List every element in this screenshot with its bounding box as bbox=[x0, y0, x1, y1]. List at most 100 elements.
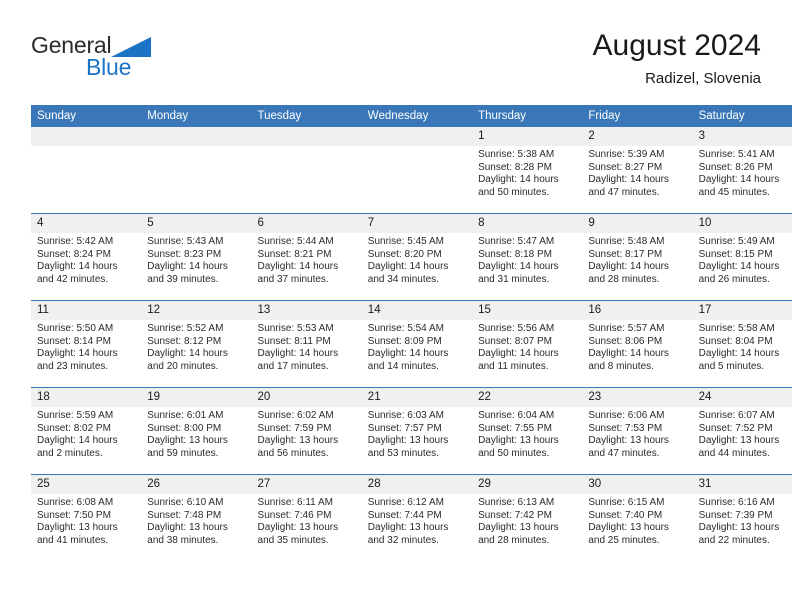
calendar-day-cell[interactable]: 20 Sunrise: 6:02 AM Sunset: 7:59 PM Dayligh… bbox=[251, 387, 362, 475]
daylight-duration-line-1: Daylight: 13 hours bbox=[367, 522, 449, 534]
calendar-day-cell[interactable]: 2 Sunrise: 5:39 AM Sunset: 8:27 PM Daylight… bbox=[582, 127, 693, 214]
day-number: 26 bbox=[141, 475, 252, 494]
daylight-duration-line-1: Daylight: 14 hours bbox=[698, 174, 780, 186]
day-number: 6 bbox=[251, 214, 362, 233]
daylight-duration-line-1: Daylight: 14 hours bbox=[478, 348, 559, 360]
calendar-day-cell[interactable]: 29 Sunrise: 6:13 AM Sunset: 7:42 PM Dayligh… bbox=[472, 474, 583, 561]
calendar-grid: Sunday Monday Tuesday Wednesday Thursday… bbox=[31, 105, 792, 561]
daylight-duration-line-2: and 32 minutes. bbox=[367, 534, 439, 546]
sunrise-time: Sunrise: 6:07 AM bbox=[698, 410, 775, 421]
day-number: 4 bbox=[31, 214, 142, 233]
day-number bbox=[31, 127, 142, 146]
day-number: 17 bbox=[692, 301, 792, 320]
calendar-day-cell[interactable]: 17 Sunrise: 5:58 AM Sunset: 8:04 PM Dayligh… bbox=[692, 300, 792, 388]
calendar-cell-inner: 30 Sunrise: 6:15 AM Sunset: 7:40 PM Dayligh… bbox=[582, 475, 693, 561]
calendar-day-cell[interactable]: 27 Sunrise: 6:11 AM Sunset: 7:46 PM Dayligh… bbox=[251, 474, 362, 561]
weekday-header-tuesday: Tuesday bbox=[251, 105, 362, 127]
sunrise-time: Sunrise: 5:56 AM bbox=[478, 323, 555, 334]
calendar-day-cell[interactable]: 6 Sunrise: 5:44 AM Sunset: 8:21 PM Daylight… bbox=[251, 213, 362, 301]
day-number: 24 bbox=[692, 388, 792, 407]
day-details: Sunrise: 5:43 AM Sunset: 8:23 PM Daylight:… bbox=[141, 233, 251, 286]
sunset-time: Sunset: 7:46 PM bbox=[257, 509, 332, 521]
weekday-header-wednesday: Wednesday bbox=[361, 105, 473, 127]
day-details: Sunrise: 6:11 AM Sunset: 7:46 PM Daylight:… bbox=[252, 494, 362, 547]
sunset-time: Sunset: 8:00 PM bbox=[147, 422, 222, 434]
daylight-duration-line-2: and 39 minutes. bbox=[147, 273, 219, 285]
daylight-duration-line-1: Daylight: 13 hours bbox=[257, 435, 339, 447]
day-details: Sunrise: 6:02 AM Sunset: 7:59 PM Daylight:… bbox=[252, 407, 362, 460]
calendar-day-cell[interactable]: 26 Sunrise: 6:10 AM Sunset: 7:48 PM Dayligh… bbox=[141, 474, 252, 561]
calendar-day-cell[interactable]: 1 Sunrise: 5:38 AM Sunset: 8:28 PM Daylight… bbox=[472, 127, 583, 214]
calendar-cell-inner: 9 Sunrise: 5:48 AM Sunset: 8:17 PM Daylight… bbox=[582, 214, 693, 300]
calendar-cell-inner: 11 Sunrise: 5:50 AM Sunset: 8:14 PM Dayligh… bbox=[31, 301, 142, 387]
daylight-duration-line-2: and 14 minutes. bbox=[367, 360, 439, 372]
daylight-duration-line-2: and 44 minutes. bbox=[698, 447, 770, 459]
daylight-duration-line-1: Daylight: 14 hours bbox=[478, 261, 559, 273]
day-number: 10 bbox=[692, 214, 792, 233]
daylight-duration-line-2: and 50 minutes. bbox=[478, 186, 550, 198]
weekday-header-monday: Monday bbox=[141, 105, 252, 127]
weekday-header-thursday: Thursday bbox=[472, 105, 583, 127]
sunrise-time: Sunrise: 6:02 AM bbox=[257, 410, 334, 421]
general-blue-logo[interactable]: General Blue bbox=[31, 34, 251, 94]
sunrise-time: Sunrise: 6:03 AM bbox=[367, 410, 444, 421]
calendar-week-row: 1 Sunrise: 5:38 AM Sunset: 8:28 PM Daylight… bbox=[31, 127, 792, 214]
calendar-day-cell[interactable]: 31 Sunrise: 6:16 AM Sunset: 7:39 PM Dayligh… bbox=[692, 474, 792, 561]
daylight-duration-line-1: Daylight: 13 hours bbox=[698, 522, 780, 534]
sunrise-time: Sunrise: 6:08 AM bbox=[37, 497, 114, 508]
calendar-cell-empty bbox=[141, 127, 252, 214]
calendar-day-cell[interactable]: 11 Sunrise: 5:50 AM Sunset: 8:14 PM Dayligh… bbox=[31, 300, 142, 388]
daylight-duration-line-2: and 35 minutes. bbox=[257, 534, 329, 546]
day-details: Sunrise: 6:10 AM Sunset: 7:48 PM Daylight:… bbox=[141, 494, 251, 547]
calendar-cell-inner bbox=[31, 127, 142, 213]
sunrise-time: Sunrise: 6:11 AM bbox=[257, 497, 333, 508]
calendar-day-cell[interactable]: 3 Sunrise: 5:41 AM Sunset: 8:26 PM Daylight… bbox=[692, 127, 792, 214]
day-number: 14 bbox=[361, 301, 473, 320]
calendar-day-cell[interactable]: 22 Sunrise: 6:04 AM Sunset: 7:55 PM Dayligh… bbox=[472, 387, 583, 475]
day-details: Sunrise: 6:13 AM Sunset: 7:42 PM Daylight:… bbox=[472, 494, 582, 547]
calendar-day-cell[interactable]: 24 Sunrise: 6:07 AM Sunset: 7:52 PM Dayligh… bbox=[692, 387, 792, 475]
calendar-day-cell[interactable]: 30 Sunrise: 6:15 AM Sunset: 7:40 PM Dayligh… bbox=[582, 474, 693, 561]
calendar-day-cell[interactable]: 5 Sunrise: 5:43 AM Sunset: 8:23 PM Daylight… bbox=[141, 213, 252, 301]
day-number: 9 bbox=[582, 214, 693, 233]
daylight-duration-line-2: and 47 minutes. bbox=[588, 186, 660, 198]
daylight-duration-line-1: Daylight: 14 hours bbox=[588, 261, 669, 273]
sunset-time: Sunset: 7:57 PM bbox=[367, 422, 442, 434]
calendar-day-cell[interactable]: 10 Sunrise: 5:49 AM Sunset: 8:15 PM Dayligh… bbox=[692, 213, 792, 301]
calendar-day-cell[interactable]: 15 Sunrise: 5:56 AM Sunset: 8:07 PM Dayligh… bbox=[472, 300, 583, 388]
daylight-duration-line-1: Daylight: 14 hours bbox=[257, 348, 339, 360]
calendar-day-cell[interactable]: 7 Sunrise: 5:45 AM Sunset: 8:20 PM Daylight… bbox=[361, 213, 473, 301]
day-number: 8 bbox=[472, 214, 583, 233]
daylight-duration-line-1: Daylight: 14 hours bbox=[257, 261, 339, 273]
sunset-time: Sunset: 8:23 PM bbox=[147, 248, 222, 260]
calendar-cell-inner: 2 Sunrise: 5:39 AM Sunset: 8:27 PM Daylight… bbox=[582, 127, 693, 213]
calendar-day-cell[interactable]: 19 Sunrise: 6:01 AM Sunset: 8:00 PM Dayligh… bbox=[141, 387, 252, 475]
calendar-day-cell[interactable]: 13 Sunrise: 5:53 AM Sunset: 8:11 PM Dayligh… bbox=[251, 300, 362, 388]
sunset-time: Sunset: 7:50 PM bbox=[37, 509, 111, 521]
sunset-time: Sunset: 7:42 PM bbox=[478, 509, 552, 521]
sunrise-time: Sunrise: 5:45 AM bbox=[367, 236, 444, 247]
calendar-day-cell[interactable]: 16 Sunrise: 5:57 AM Sunset: 8:06 PM Dayligh… bbox=[582, 300, 693, 388]
daylight-duration-line-2: and 23 minutes. bbox=[37, 360, 109, 372]
sunrise-time: Sunrise: 6:01 AM bbox=[147, 410, 224, 421]
calendar-cell-inner: 31 Sunrise: 6:16 AM Sunset: 7:39 PM Dayligh… bbox=[692, 475, 792, 561]
sunrise-time: Sunrise: 6:16 AM bbox=[698, 497, 775, 508]
day-number bbox=[251, 127, 362, 146]
calendar-day-cell[interactable]: 12 Sunrise: 5:52 AM Sunset: 8:12 PM Dayligh… bbox=[141, 300, 252, 388]
calendar-cell-inner: 8 Sunrise: 5:47 AM Sunset: 8:18 PM Daylight… bbox=[472, 214, 583, 300]
sunrise-time: Sunrise: 5:49 AM bbox=[698, 236, 775, 247]
calendar-day-cell[interactable]: 9 Sunrise: 5:48 AM Sunset: 8:17 PM Daylight… bbox=[582, 213, 693, 301]
daylight-duration-line-1: Daylight: 14 hours bbox=[37, 348, 118, 360]
calendar-cell-inner: 10 Sunrise: 5:49 AM Sunset: 8:15 PM Dayligh… bbox=[692, 214, 792, 300]
calendar-day-cell[interactable]: 28 Sunrise: 6:12 AM Sunset: 7:44 PM Dayligh… bbox=[361, 474, 473, 561]
calendar-day-cell[interactable]: 21 Sunrise: 6:03 AM Sunset: 7:57 PM Dayligh… bbox=[361, 387, 473, 475]
calendar-cell-inner: 13 Sunrise: 5:53 AM Sunset: 8:11 PM Dayligh… bbox=[251, 301, 362, 387]
calendar-day-cell[interactable]: 18 Sunrise: 5:59 AM Sunset: 8:02 PM Dayligh… bbox=[31, 387, 142, 475]
calendar-day-cell[interactable]: 8 Sunrise: 5:47 AM Sunset: 8:18 PM Daylight… bbox=[472, 213, 583, 301]
sunrise-time: Sunrise: 5:57 AM bbox=[588, 323, 665, 334]
day-details: Sunrise: 5:59 AM Sunset: 8:02 PM Daylight:… bbox=[31, 407, 141, 460]
calendar-day-cell[interactable]: 25 Sunrise: 6:08 AM Sunset: 7:50 PM Dayligh… bbox=[31, 474, 142, 561]
calendar-day-cell[interactable]: 23 Sunrise: 6:06 AM Sunset: 7:53 PM Dayligh… bbox=[582, 387, 693, 475]
calendar-day-cell[interactable]: 4 Sunrise: 5:42 AM Sunset: 8:24 PM Daylight… bbox=[31, 213, 142, 301]
calendar-day-cell[interactable]: 14 Sunrise: 5:54 AM Sunset: 8:09 PM Dayligh… bbox=[361, 300, 473, 388]
